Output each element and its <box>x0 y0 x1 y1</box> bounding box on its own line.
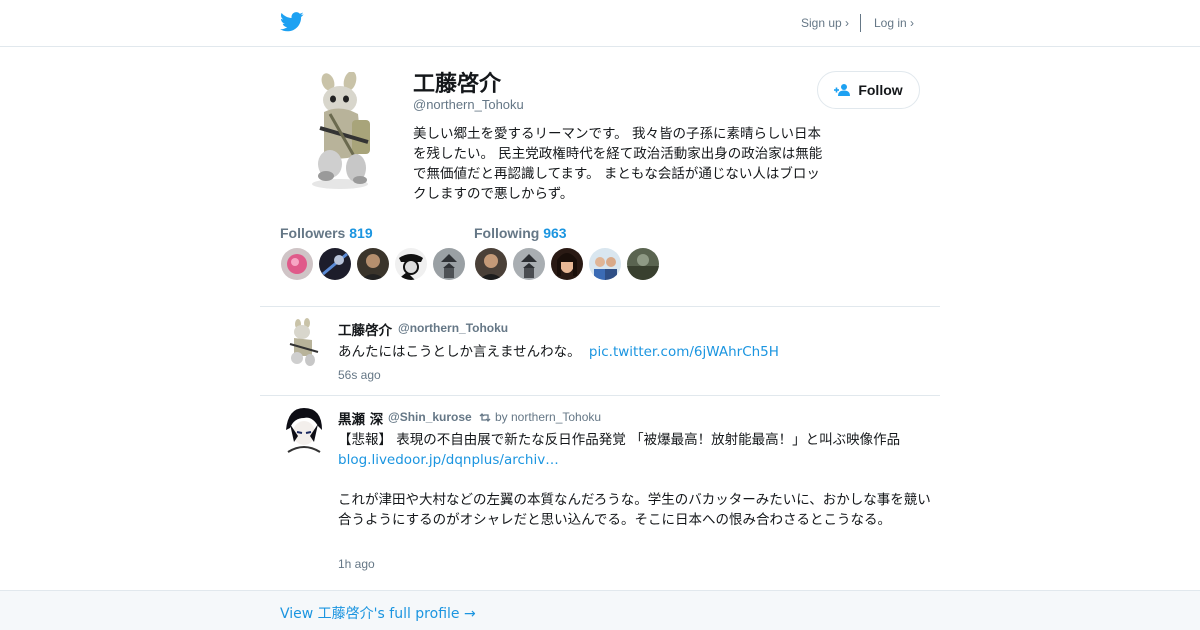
profile-name: 工藤啓介 <box>413 72 502 97</box>
following-count: 963 <box>543 225 567 241</box>
followers-label: Followers <box>280 225 346 241</box>
profile-handle: @northern_Tohoku <box>413 97 524 112</box>
follower-avatar[interactable] <box>357 248 389 280</box>
tweet-author-avatar[interactable] <box>282 406 326 454</box>
following-stat[interactable]: Following 963 <box>474 225 567 241</box>
tweet-author-name[interactable]: 工藤啓介 <box>338 319 392 339</box>
tweet-author-avatar[interactable] <box>282 318 326 366</box>
follow-button[interactable]: Follow <box>817 71 920 109</box>
follower-avatar[interactable] <box>433 248 465 280</box>
add-user-icon <box>834 84 851 96</box>
follower-avatar[interactable] <box>395 248 427 280</box>
followers-count: 819 <box>349 225 373 241</box>
full-profile-link[interactable]: View 工藤啓介's full profile → <box>280 603 476 623</box>
tweet-author-name[interactable]: 黒瀬 深 <box>338 408 383 428</box>
tweet-link[interactable]: blog.livedoor.jp/dqnplus/archiv… <box>338 452 559 468</box>
retweet-info: by northern_Tohoku <box>479 410 601 424</box>
following-avatar[interactable] <box>627 248 659 280</box>
following-label: Following <box>474 225 540 241</box>
follower-avatar[interactable] <box>281 248 313 280</box>
tweet-author-handle[interactable]: @northern_Tohoku <box>398 321 508 335</box>
retweet-by-label[interactable]: by northern_Tohoku <box>495 410 601 424</box>
footer: View 工藤啓介's full profile → <box>0 590 1200 630</box>
tweet-text: 【悲報】 表現の不自由展で新たな反日作品発覚 「被爆最高！放射能最高！」と叫ぶ映… <box>338 430 932 530</box>
retweet-icon <box>479 412 491 422</box>
tweet-body: あんたにはこうとしか言えませんわな。 <box>338 344 581 360</box>
follower-avatar[interactable] <box>319 248 351 280</box>
tweet-body-continued: これが津田や大村などの左翼の本質なんだろうな。学生のバカッターみたいに、おかしな… <box>338 492 931 528</box>
divider <box>260 395 940 396</box>
tweet-body: 【悲報】 表現の不自由展で新たな反日作品発覚 「被爆最高！放射能最高！」と叫ぶ映… <box>338 432 901 448</box>
profile-avatar[interactable] <box>300 72 390 192</box>
tweet-timestamp[interactable]: 1h ago <box>338 557 375 571</box>
tweet-timestamp[interactable]: 56s ago <box>338 368 381 382</box>
tweet-text: あんたにはこうとしか言えませんわな。 pic.twitter.com/6jWAh… <box>338 342 932 362</box>
divider <box>260 306 940 307</box>
nav-divider <box>860 14 861 32</box>
following-avatar[interactable] <box>589 248 621 280</box>
tweet-media-link[interactable]: pic.twitter.com/6jWAhrCh5H <box>589 344 779 360</box>
twitter-bird-icon[interactable] <box>280 11 304 33</box>
following-avatar[interactable] <box>513 248 545 280</box>
signup-link[interactable]: Sign up › <box>801 16 849 30</box>
top-bar: Sign up › Log in › <box>0 0 1200 47</box>
following-avatar[interactable] <box>551 248 583 280</box>
login-link[interactable]: Log in › <box>874 16 914 30</box>
profile-bio: 美しい郷土を愛するリーマンです。 我々皆の子孫に素晴らしい日本を残したい。 民主… <box>413 126 823 202</box>
following-avatar[interactable] <box>475 248 507 280</box>
followers-stat[interactable]: Followers 819 <box>280 225 373 241</box>
follow-label: Follow <box>858 82 903 98</box>
tweet-author-handle[interactable]: @Shin_kurose <box>388 410 472 424</box>
